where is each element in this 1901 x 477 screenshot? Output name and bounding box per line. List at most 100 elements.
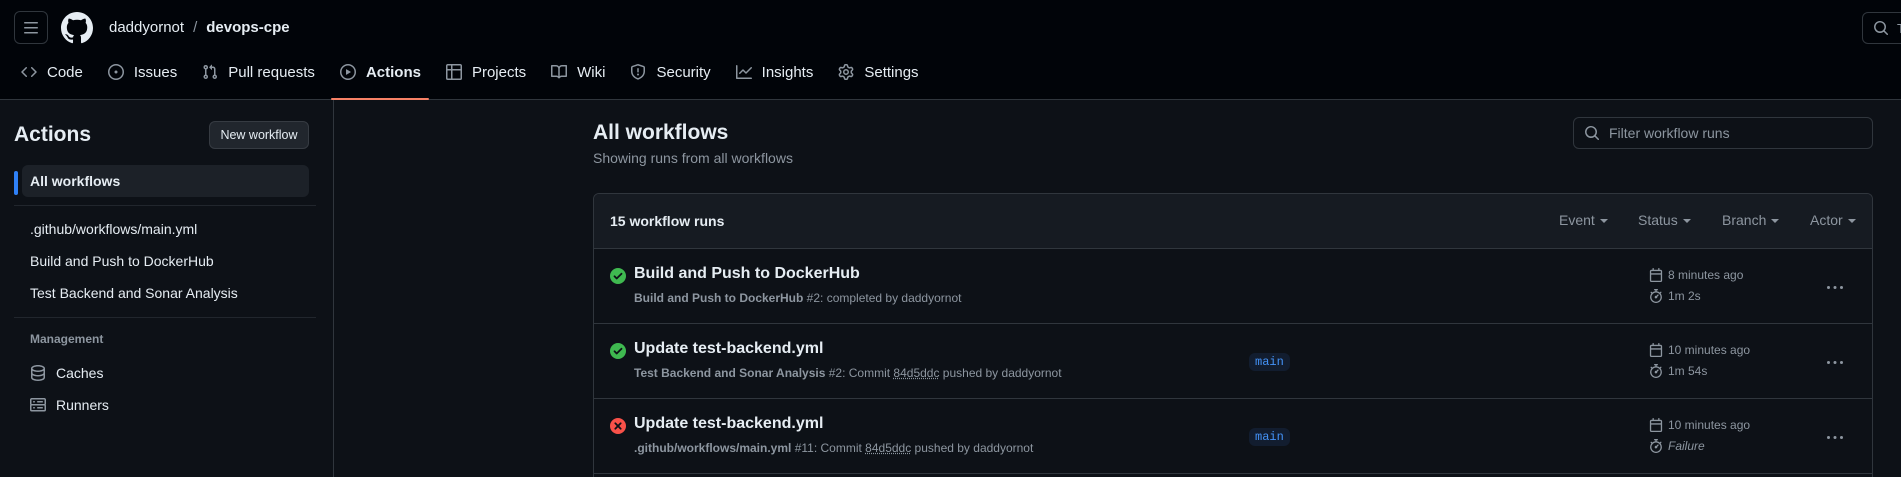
- run-workflow-name: Test Backend and Sonar Analysis: [634, 366, 825, 380]
- gear-icon: [838, 64, 854, 80]
- breadcrumb: daddyornot / devops-cpe: [109, 17, 290, 37]
- sidebar-item-main-yml[interactable]: .github/workflows/main.yml: [22, 213, 309, 245]
- github-logo-icon[interactable]: [61, 12, 93, 44]
- filter-input[interactable]: [1609, 125, 1859, 141]
- stopwatch-icon: [1649, 439, 1663, 453]
- actor-filter-dropdown[interactable]: Actor: [1810, 212, 1856, 228]
- tab-security[interactable]: Security: [621, 57, 718, 100]
- tab-pull-requests[interactable]: Pull requests: [193, 57, 323, 100]
- run-duration-text: Failure: [1668, 439, 1705, 453]
- run-meta: Build and Push to DockerHub #2: complete…: [634, 291, 961, 305]
- breadcrumb-separator: /: [193, 19, 197, 36]
- play-icon: [340, 64, 356, 80]
- caret-down-icon: [1683, 219, 1691, 223]
- sidebar-item-test-backend[interactable]: Test Backend and Sonar Analysis: [22, 277, 309, 309]
- hamburger-menu-button[interactable]: [14, 11, 48, 44]
- filter-label: Branch: [1722, 212, 1766, 228]
- breadcrumb-repo-link[interactable]: devops-cpe: [206, 19, 289, 36]
- sidebar-item-label: Build and Push to DockerHub: [30, 253, 214, 269]
- shield-icon: [630, 64, 646, 80]
- search-hint: T: [1897, 21, 1901, 36]
- tab-issues[interactable]: Issues: [99, 57, 185, 100]
- sidebar-divider: [14, 205, 316, 206]
- tab-label: Pull requests: [228, 63, 315, 82]
- sidebar-item-label: Runners: [56, 397, 109, 413]
- run-timestamp: 8 minutes ago: [1649, 268, 1743, 282]
- run-meta-text: #2: completed by daddyornot: [803, 291, 961, 305]
- run-title-link[interactable]: Build and Push to DockerHub: [634, 265, 860, 283]
- global-search-button[interactable]: T: [1862, 12, 1901, 44]
- filter-label: Event: [1559, 212, 1595, 228]
- tab-settings[interactable]: Settings: [829, 57, 926, 100]
- sidebar-item-caches[interactable]: Caches: [22, 357, 309, 389]
- event-filter-dropdown[interactable]: Event: [1559, 212, 1608, 228]
- code-icon: [21, 64, 37, 80]
- run-title-link[interactable]: Update test-backend.yml: [634, 340, 823, 358]
- calendar-icon: [1649, 343, 1663, 357]
- run-meta-text: #2: Commit: [825, 366, 893, 380]
- branch-label[interactable]: main: [1249, 428, 1290, 446]
- tab-code[interactable]: Code: [12, 57, 91, 100]
- run-duration-text: 1m 2s: [1668, 289, 1701, 303]
- run-when-text: 10 minutes ago: [1668, 343, 1750, 357]
- tab-actions[interactable]: Actions: [331, 57, 429, 100]
- caret-down-icon: [1600, 219, 1608, 223]
- branch-label[interactable]: main: [1249, 353, 1290, 371]
- tab-label: Actions: [366, 63, 421, 82]
- run-menu-button[interactable]: [1819, 426, 1851, 450]
- sidebar-item-build-push[interactable]: Build and Push to DockerHub: [22, 245, 309, 277]
- run-menu-button[interactable]: [1819, 351, 1851, 375]
- server-icon: [30, 397, 46, 413]
- run-workflow-name: Build and Push to DockerHub: [634, 291, 803, 305]
- run-title-link[interactable]: Update test-backend.yml: [634, 415, 823, 433]
- sidebar-item-label: All workflows: [30, 173, 120, 189]
- check-circle-icon: [610, 268, 626, 284]
- sidebar-item-all-workflows[interactable]: All workflows: [22, 165, 309, 197]
- run-duration: Failure: [1649, 439, 1705, 453]
- workflow-run-row[interactable]: Update test-backend.yml Test Backend and…: [594, 324, 1872, 399]
- sidebar-item-runners[interactable]: Runners: [22, 389, 309, 421]
- run-menu-button[interactable]: [1819, 276, 1851, 300]
- page-title: All workflows: [593, 121, 728, 145]
- sidebar-item-label: Test Backend and Sonar Analysis: [30, 285, 238, 301]
- new-workflow-button[interactable]: New workflow: [209, 121, 309, 149]
- stopwatch-icon: [1649, 364, 1663, 378]
- run-meta: .github/workflows/main.yml #11: Commit 8…: [634, 441, 1033, 455]
- run-duration: 1m 2s: [1649, 289, 1701, 303]
- run-meta: Test Backend and Sonar Analysis #2: Comm…: [634, 366, 1062, 380]
- sidebar-item-label: .github/workflows/main.yml: [30, 221, 197, 237]
- branch-filter-dropdown[interactable]: Branch: [1722, 212, 1779, 228]
- issue-opened-icon: [108, 64, 124, 80]
- stopwatch-icon: [1649, 289, 1663, 303]
- search-icon: [1584, 125, 1600, 141]
- run-meta-text: pushed by daddyornot: [939, 366, 1061, 380]
- commit-sha-link[interactable]: 84d5ddc: [893, 366, 939, 380]
- kebab-horizontal-icon: [1827, 355, 1843, 371]
- run-meta-text: #11: Commit: [791, 441, 865, 455]
- filter-label: Status: [1638, 212, 1678, 228]
- filter-label: Actor: [1810, 212, 1843, 228]
- tab-projects[interactable]: Projects: [437, 57, 534, 100]
- filter-workflow-runs: [1573, 117, 1873, 149]
- run-when-text: 10 minutes ago: [1668, 418, 1750, 432]
- tab-label: Projects: [472, 63, 526, 82]
- workflow-run-row[interactable]: Build and Push to DockerHub Build and Pu…: [594, 249, 1872, 324]
- database-icon: [30, 365, 46, 381]
- tab-wiki[interactable]: Wiki: [542, 57, 613, 100]
- sidebar-divider: [14, 317, 316, 318]
- table-icon: [446, 64, 462, 80]
- book-icon: [551, 64, 567, 80]
- sidebar-title: Actions: [14, 123, 91, 147]
- active-indicator: [14, 171, 18, 195]
- search-icon: [1873, 20, 1889, 36]
- kebab-horizontal-icon: [1827, 280, 1843, 296]
- actions-sidebar: Actions New workflow All workflows .gith…: [0, 100, 334, 477]
- status-filter-dropdown[interactable]: Status: [1638, 212, 1691, 228]
- workflow-runs-header: 15 workflow runs Event Status Branch Act…: [594, 194, 1872, 249]
- commit-sha-link[interactable]: 84d5ddc: [865, 441, 911, 455]
- breadcrumb-owner-link[interactable]: daddyornot: [109, 19, 184, 36]
- caret-down-icon: [1771, 219, 1779, 223]
- tab-insights[interactable]: Insights: [727, 57, 822, 100]
- repo-nav-tabs: Code Issues Pull requests Actions Projec…: [12, 57, 935, 100]
- workflow-run-row[interactable]: Update test-backend.yml .github/workflow…: [594, 399, 1872, 474]
